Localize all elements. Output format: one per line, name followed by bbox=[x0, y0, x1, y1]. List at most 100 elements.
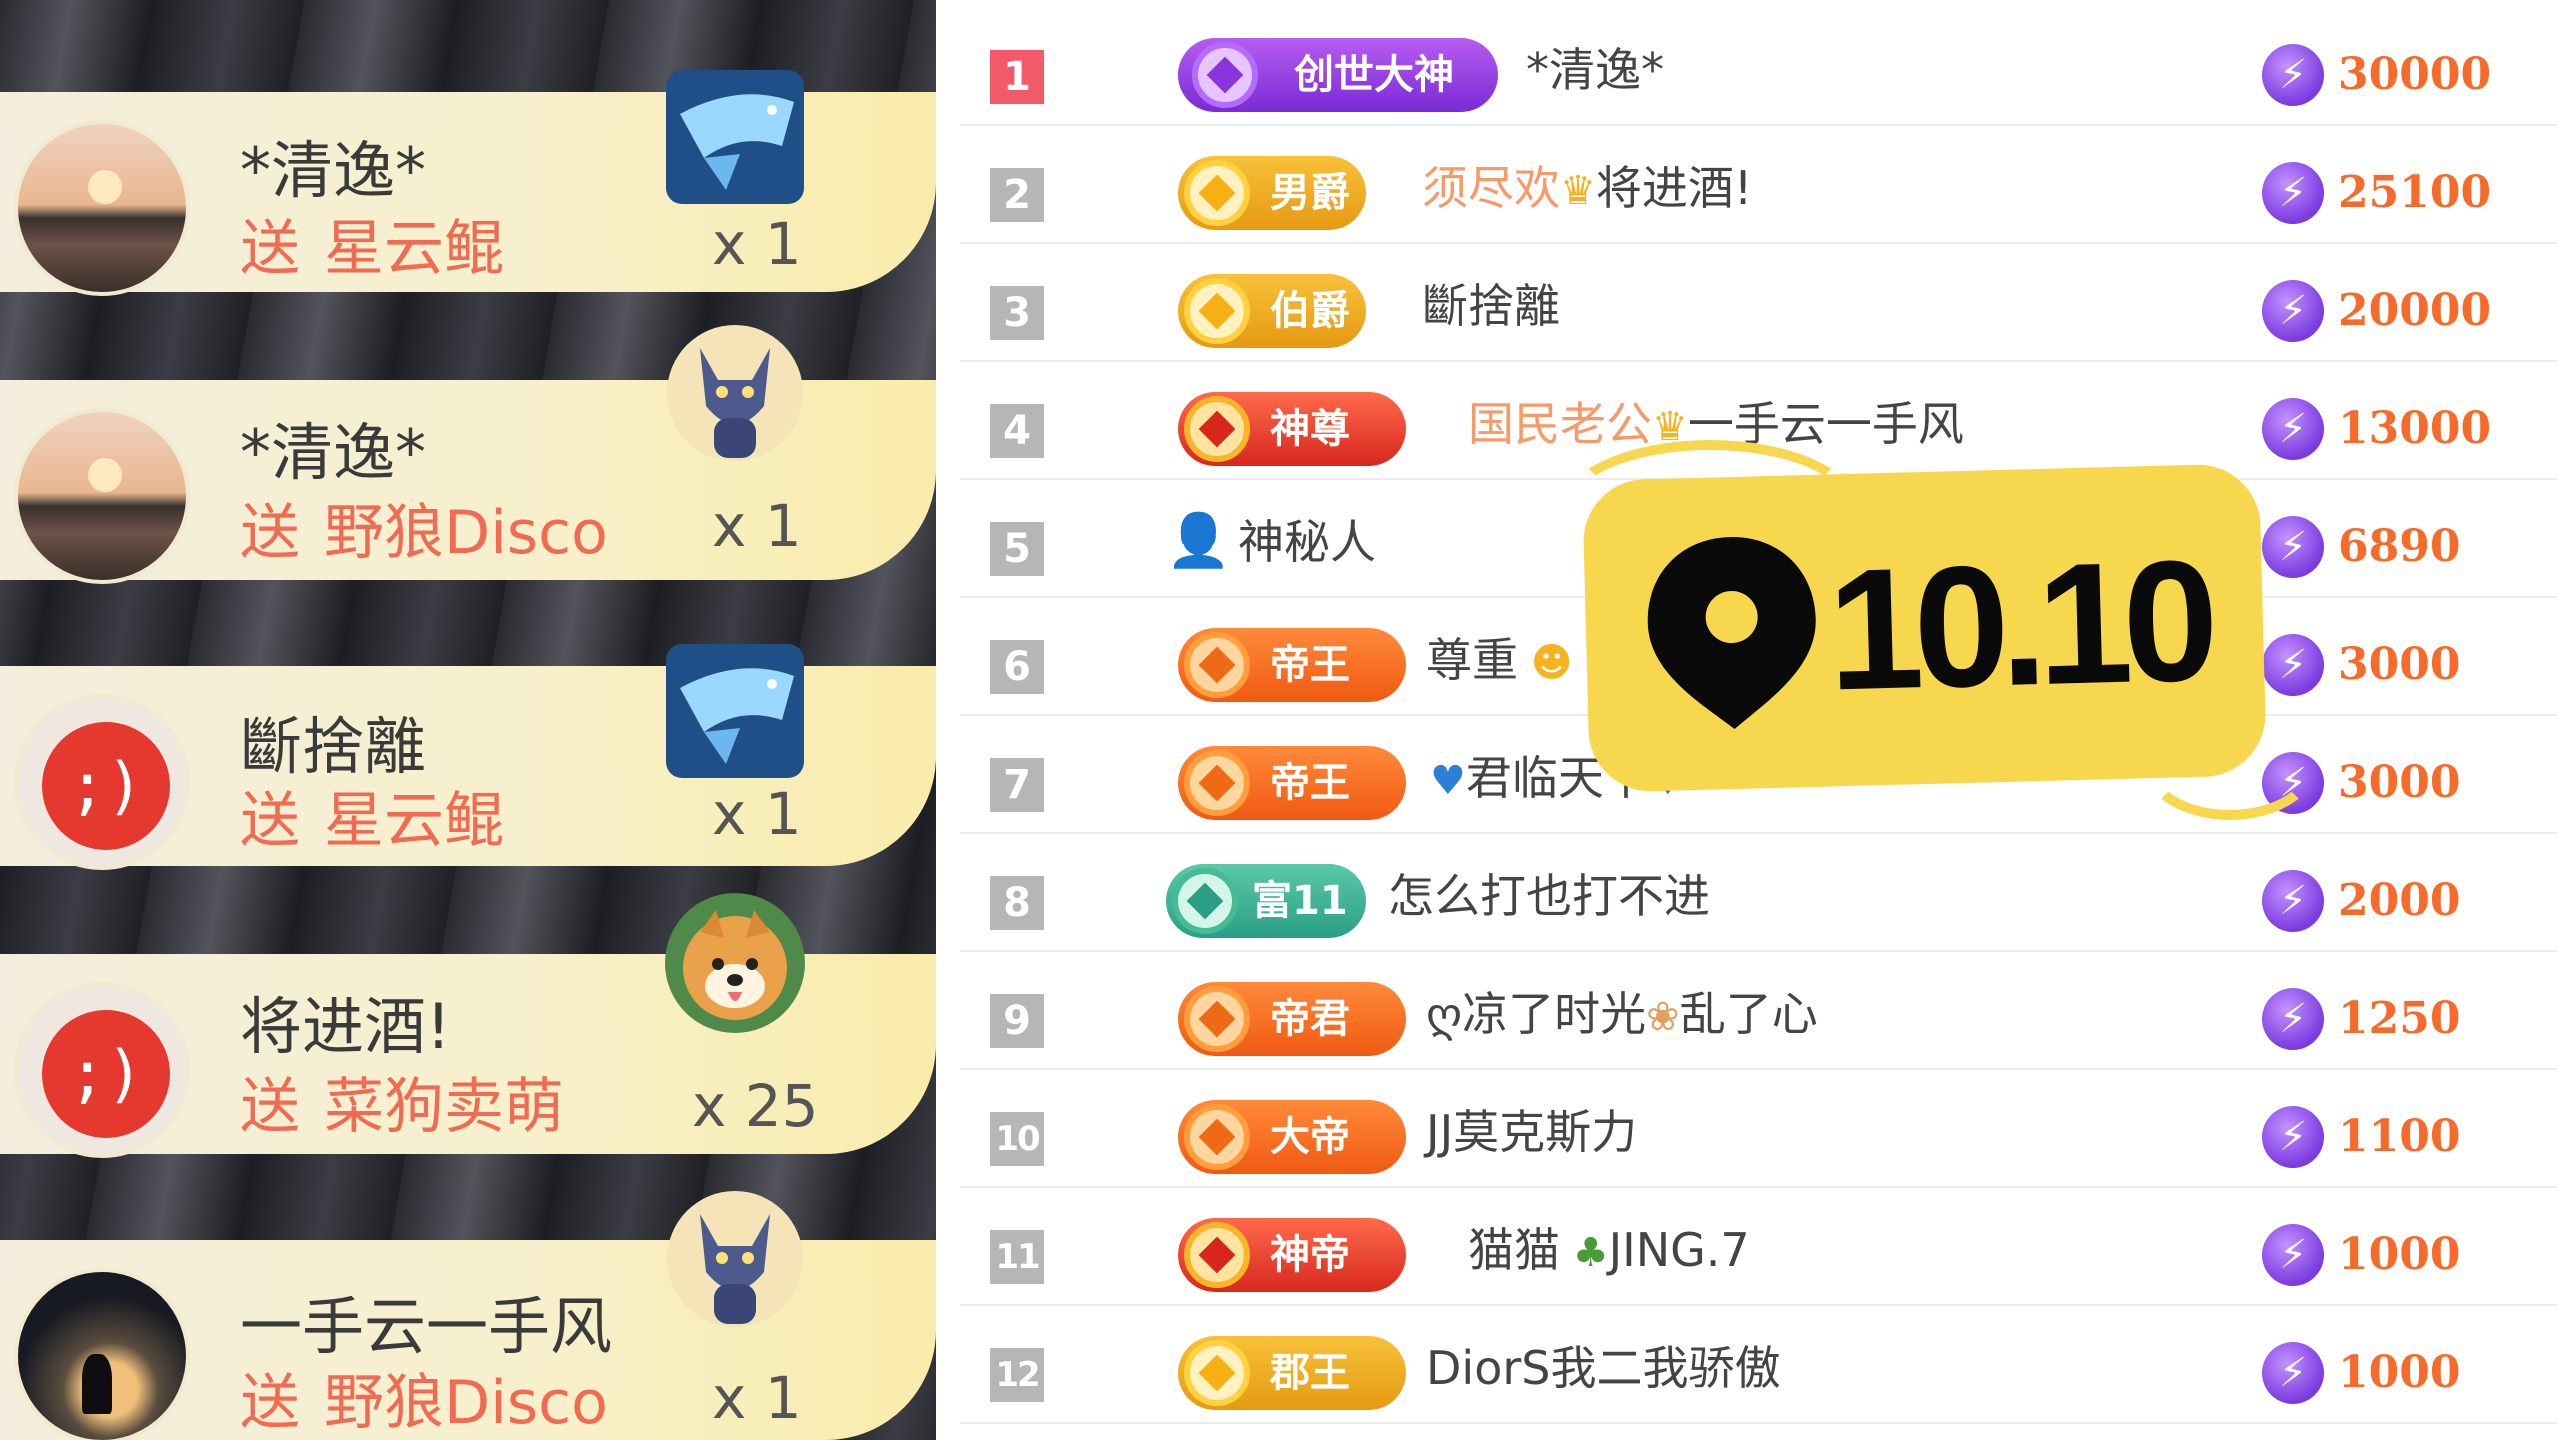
level-badge: 伯爵 bbox=[1178, 274, 1366, 348]
sprout-icon: ♣ bbox=[1560, 1230, 1609, 1276]
sender-name: *清逸* bbox=[240, 416, 427, 489]
lightning-icon: ⚡ bbox=[2262, 870, 2324, 932]
score-value: 6890 bbox=[2338, 521, 2461, 572]
rank-number: 6 bbox=[990, 640, 1044, 694]
level-badge: 神尊 bbox=[1178, 392, 1406, 466]
gift-card[interactable]: ;) 斷捨離 送星云鲲 x 1 bbox=[0, 644, 936, 870]
user-name[interactable]: 斷捨離 bbox=[1422, 276, 1560, 336]
badge-emblem-icon bbox=[1184, 160, 1250, 226]
user-name[interactable]: 须尽欢♛将进酒! bbox=[1422, 158, 1752, 221]
smile-emoji-icon: ☻ bbox=[1518, 640, 1573, 686]
level-badge: 男爵 bbox=[1178, 156, 1366, 230]
user-name[interactable]: 猫猫 ♣JING.7 bbox=[1468, 1220, 1750, 1283]
rank-number: 3 bbox=[990, 286, 1044, 340]
gift-card[interactable]: ;) 将进酒! 送菜狗卖萌 x 25 bbox=[0, 893, 936, 1158]
mystery-user-icon: 👤 bbox=[1166, 511, 1231, 571]
gift-action: 送菜狗卖萌 bbox=[240, 1072, 564, 1142]
level-badge: 帝君 bbox=[1178, 982, 1406, 1056]
ranking-row[interactable]: 3 伯爵 斷捨離 ⚡ 20000 bbox=[960, 244, 2557, 362]
user-name[interactable]: *清逸* bbox=[1526, 40, 1664, 100]
rank-number: 12 bbox=[990, 1348, 1044, 1402]
gift-action: 送星云鲲 bbox=[240, 786, 504, 856]
level-badge: 大帝 bbox=[1178, 1100, 1406, 1174]
ranking-row[interactable]: 1 创世大神 *清逸* ⚡ 30000 bbox=[960, 8, 2557, 126]
lightning-icon: ⚡ bbox=[2262, 1224, 2324, 1286]
score-value: 25100 bbox=[2338, 167, 2492, 218]
rank-number: 9 bbox=[990, 994, 1044, 1048]
rank-number: 4 bbox=[990, 404, 1044, 458]
location-pin-icon bbox=[1647, 537, 1816, 730]
lightning-icon: ⚡ bbox=[2262, 398, 2324, 460]
default-avatar[interactable]: ;) bbox=[14, 694, 190, 870]
sunset-avatar[interactable] bbox=[14, 120, 190, 296]
ranking-row[interactable]: 10 大帝 JJ莫克斯力 ⚡ 1100 bbox=[960, 1070, 2557, 1188]
user-name[interactable]: 神秘人 bbox=[1238, 512, 1376, 572]
score-value: 1000 bbox=[2338, 1229, 2461, 1280]
user-name[interactable]: 尊重 ☻ bbox=[1426, 630, 1572, 693]
user-name[interactable]: DiorS我二我骄傲 bbox=[1426, 1338, 1780, 1398]
score-value: 1000 bbox=[2338, 1347, 2461, 1398]
gift-card[interactable]: *清逸* 送野狼Disco x 1 bbox=[0, 325, 936, 584]
ranking-row[interactable]: 9 帝君 ღ凉了时光❀乱了心 ⚡ 1250 bbox=[960, 952, 2557, 1070]
lightning-icon: ⚡ bbox=[2262, 516, 2324, 578]
score-value: 20000 bbox=[2338, 285, 2492, 336]
rank-number: 1 bbox=[990, 50, 1044, 104]
user-name[interactable]: JJ莫克斯力 bbox=[1426, 1102, 1637, 1162]
shiba-gift-icon bbox=[665, 893, 805, 1033]
date-sticker: 10.10 bbox=[1588, 469, 2261, 787]
gift-card[interactable]: 一手云一手风 送野狼Disco x 1 bbox=[0, 1191, 936, 1440]
score-value: 2000 bbox=[2338, 875, 2461, 926]
rank-number: 11 bbox=[990, 1230, 1044, 1284]
gift-count: x 1 bbox=[712, 1364, 802, 1432]
bear-emoji-icon: ❀ bbox=[1646, 994, 1680, 1040]
gift-action: 送野狼Disco bbox=[240, 1368, 608, 1438]
level-badge: 富11 bbox=[1166, 864, 1366, 938]
gift-count: x 25 bbox=[692, 1072, 819, 1140]
rank-number: 8 bbox=[990, 876, 1044, 930]
lightning-icon: ⚡ bbox=[2262, 280, 2324, 342]
blue-heart-icon: ♥ bbox=[1430, 758, 1466, 804]
rank-number: 7 bbox=[990, 758, 1044, 812]
badge-emblem-icon bbox=[1172, 868, 1238, 934]
lightning-icon: ⚡ bbox=[2262, 44, 2324, 106]
level-badge: 创世大神 bbox=[1178, 38, 1498, 112]
lightning-icon: ⚡ bbox=[2262, 162, 2324, 224]
sender-name: 一手云一手风 bbox=[240, 1290, 613, 1363]
sunset-avatar[interactable] bbox=[14, 408, 190, 584]
score-value: 3000 bbox=[2338, 757, 2461, 808]
wolf-gift-icon bbox=[667, 325, 803, 461]
user-name[interactable]: ღ凉了时光❀乱了心 bbox=[1426, 984, 1818, 1047]
badge-emblem-icon bbox=[1184, 396, 1250, 462]
sticker-date-text: 10.10 bbox=[1825, 524, 2211, 727]
rank-number: 5 bbox=[990, 522, 1044, 576]
badge-emblem-icon bbox=[1184, 1340, 1250, 1406]
badge-emblem-icon bbox=[1192, 42, 1258, 108]
default-avatar[interactable]: ;) bbox=[14, 982, 190, 1158]
crown-icon: ♛ bbox=[1560, 168, 1596, 214]
gift-card[interactable]: *清逸* 送星云鲲 x 1 bbox=[0, 70, 936, 296]
ranking-row[interactable]: 12 郡王 DiorS我二我骄傲 ⚡ 1000 bbox=[960, 1306, 2557, 1424]
ranking-row[interactable]: 2 男爵 须尽欢♛将进酒! ⚡ 25100 bbox=[960, 126, 2557, 244]
rank-number: 10 bbox=[990, 1112, 1044, 1166]
gift-action: 送野狼Disco bbox=[240, 498, 608, 568]
lightning-icon: ⚡ bbox=[2262, 1106, 2324, 1168]
score-value: 1250 bbox=[2338, 993, 2461, 1044]
wolf-gift-icon bbox=[667, 1191, 803, 1327]
ranking-row[interactable]: 11 神帝 猫猫 ♣JING.7 ⚡ 1000 bbox=[960, 1188, 2557, 1306]
score-value: 3000 bbox=[2338, 639, 2461, 690]
ranking-row[interactable]: 8 富11 怎么打也打不进 ⚡ 2000 bbox=[960, 834, 2557, 952]
gift-action: 送星云鲲 bbox=[240, 214, 504, 284]
sender-name: 将进酒! bbox=[240, 990, 451, 1063]
badge-emblem-icon bbox=[1184, 750, 1250, 816]
user-name[interactable]: 怎么打也打不进 bbox=[1388, 866, 1710, 926]
lightning-icon: ⚡ bbox=[2262, 988, 2324, 1050]
wolf-avatar[interactable] bbox=[14, 1268, 190, 1440]
badge-emblem-icon bbox=[1184, 278, 1250, 344]
score-value: 1100 bbox=[2338, 1111, 2461, 1162]
badge-emblem-icon bbox=[1184, 632, 1250, 698]
level-badge: 帝王 bbox=[1178, 746, 1406, 820]
level-badge: 神帝 bbox=[1178, 1218, 1406, 1292]
score-value: 30000 bbox=[2338, 49, 2492, 100]
gift-feed-panel: *清逸* 送星云鲲 x 1 *清逸* 送野狼Disco x 1 ;) 斷捨離 送… bbox=[0, 0, 936, 1440]
whale-gift-icon bbox=[666, 70, 804, 204]
